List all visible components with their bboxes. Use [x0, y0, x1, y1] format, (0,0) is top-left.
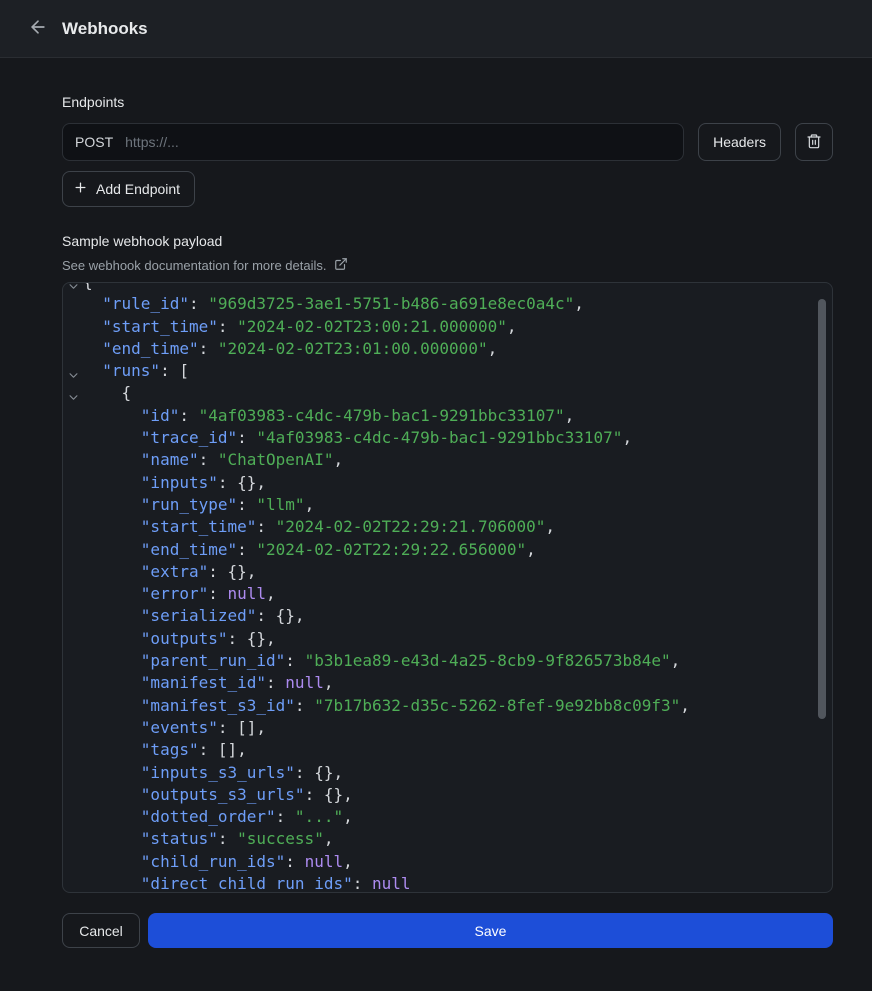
add-endpoint-button[interactable]: Add Endpoint: [62, 171, 195, 207]
code-line: "end_time": "2024-02-02T22:29:22.656000"…: [63, 539, 832, 561]
payload-label: Sample webhook payload: [62, 233, 833, 249]
endpoints-label: Endpoints: [62, 94, 833, 110]
code-line: "id": "4af03983-c4dc-479b-bac1-9291bbc33…: [63, 405, 832, 427]
code-line: "run_type": "llm",: [63, 494, 832, 516]
code-line: "manifest_id": null,: [63, 672, 832, 694]
external-link-icon: [334, 257, 348, 274]
code-line: {: [63, 382, 832, 404]
http-method-label: POST: [75, 134, 113, 150]
fold-caret-icon[interactable]: [68, 387, 79, 398]
footer-actions: Cancel Save: [62, 913, 833, 948]
code-line: "name": "ChatOpenAI",: [63, 449, 832, 471]
code-line: "direct_child_run_ids": null: [63, 873, 832, 893]
code-line: "status": "success",: [63, 828, 832, 850]
code-line: "dotted_order": "...",: [63, 806, 832, 828]
code-line: "inputs_s3_urls": {},: [63, 762, 832, 784]
endpoint-row: POST Headers: [62, 123, 833, 161]
cancel-button[interactable]: Cancel: [62, 913, 140, 948]
code-line: "child_run_ids": null,: [63, 851, 832, 873]
fold-caret-icon[interactable]: [68, 282, 79, 287]
code-line: "start_time": "2024-02-02T23:00:21.00000…: [63, 316, 832, 338]
fold-caret-icon[interactable]: [68, 365, 79, 376]
code-line: "events": [],: [63, 717, 832, 739]
code-line: "outputs": {},: [63, 628, 832, 650]
code-line: "rule_id": "969d3725-3ae1-5751-b486-a691…: [63, 293, 832, 315]
scrollbar-thumb[interactable]: [818, 299, 826, 719]
code-line: "trace_id": "4af03983-c4dc-479b-bac1-929…: [63, 427, 832, 449]
add-endpoint-label: Add Endpoint: [96, 181, 180, 197]
code-line: "tags": [],: [63, 739, 832, 761]
save-button[interactable]: Save: [148, 913, 833, 948]
code-line: "start_time": "2024-02-02T22:29:21.70600…: [63, 516, 832, 538]
webhook-doc-link[interactable]: See webhook documentation for more detai…: [62, 257, 348, 274]
back-button[interactable]: [24, 15, 52, 43]
payload-code-editor[interactable]: { "rule_id": "969d3725-3ae1-5751-b486-a6…: [62, 282, 833, 893]
code-line: "outputs_s3_urls": {},: [63, 784, 832, 806]
code-line: "inputs": {},: [63, 472, 832, 494]
headers-button[interactable]: Headers: [698, 123, 781, 161]
code-line: "manifest_s3_id": "7b17b632-d35c-5262-8f…: [63, 695, 832, 717]
delete-endpoint-button[interactable]: [795, 123, 833, 161]
code-line: "error": null,: [63, 583, 832, 605]
code-line: {: [63, 282, 832, 293]
code-line: "serialized": {},: [63, 605, 832, 627]
code-line: "parent_run_id": "b3b1ea89-e43d-4a25-8cb…: [63, 650, 832, 672]
code-line: "end_time": "2024-02-02T23:01:00.000000"…: [63, 338, 832, 360]
endpoint-url-input[interactable]: [125, 134, 671, 150]
code-line: "runs": [: [63, 360, 832, 382]
page-title: Webhooks: [62, 19, 148, 39]
code-line: "extra": {},: [63, 561, 832, 583]
plus-icon: [73, 180, 88, 198]
trash-icon: [806, 133, 822, 152]
code-content: { "rule_id": "969d3725-3ae1-5751-b486-a6…: [63, 282, 832, 893]
top-bar: Webhooks: [0, 0, 872, 58]
endpoint-url-field[interactable]: POST: [62, 123, 684, 161]
doc-link-text: See webhook documentation for more detai…: [62, 258, 327, 273]
main-content: Endpoints POST Headers Add Endpoint Samp…: [0, 94, 872, 948]
arrow-left-icon: [28, 17, 48, 40]
